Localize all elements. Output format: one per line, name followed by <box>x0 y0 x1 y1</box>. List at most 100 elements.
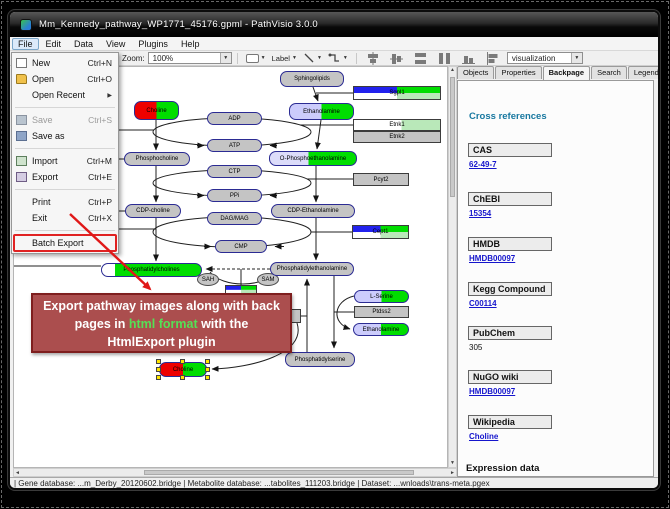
zoom-dropdown-icon[interactable]: ▼ <box>220 53 231 63</box>
pathway-node-sgpl1[interactable]: Sgpl1 <box>353 86 441 100</box>
distribute-rows-icon[interactable] <box>414 52 427 65</box>
menu-item-label: Print <box>32 197 51 207</box>
pathway-node-etnk1[interactable]: Etnk1 <box>353 119 441 131</box>
no-icon <box>16 90 27 100</box>
zoom-combobox[interactable]: 100% ▼ <box>148 52 232 64</box>
selection-handle[interactable] <box>205 367 210 372</box>
menu-item-label: Open <box>32 74 54 84</box>
menu-data[interactable]: Data <box>68 38 99 50</box>
selection-handle[interactable] <box>205 359 210 364</box>
xref-section-kegg-compound: Kegg CompoundC00114 <box>468 279 552 297</box>
xref-link[interactable]: 62-49-7 <box>469 160 497 169</box>
align-bottom-icon[interactable] <box>462 52 475 65</box>
tab-objects[interactable]: Objects <box>457 66 494 79</box>
selection-handle[interactable] <box>156 375 161 380</box>
pathway-node-ctp[interactable]: CTP <box>207 165 262 178</box>
pathway-node-l-serine[interactable]: L-Serine <box>354 290 409 303</box>
file-menu-item-save[interactable]: SaveCtrl+S <box>12 112 118 128</box>
menu-bar: FileEditDataViewPluginsHelp <box>10 37 658 51</box>
menu-view[interactable]: View <box>100 38 131 50</box>
pathway-node-sah[interactable]: SAH <box>197 273 219 286</box>
distribute-columns-icon[interactable] <box>438 52 451 65</box>
file-menu-item-print[interactable]: Print Ctrl+P <box>12 194 118 210</box>
selection-handle[interactable] <box>180 375 185 380</box>
tab-search[interactable]: Search <box>591 66 627 79</box>
xref-header: Wikipedia <box>468 415 552 429</box>
selection-handle[interactable] <box>156 359 161 364</box>
align-center-x-icon[interactable] <box>366 52 379 65</box>
pathway-node-etnk2[interactable]: Etnk2 <box>353 131 441 143</box>
xref-section-cas: CAS62-49-7 <box>468 140 552 158</box>
pathway-node-adp[interactable]: ADP <box>207 112 262 125</box>
file-menu-item-batch-export[interactable]: Batch Export <box>12 235 118 251</box>
scroll-down-icon[interactable]: ▼ <box>450 460 455 467</box>
menu-help[interactable]: Help <box>175 38 206 50</box>
selection-handle[interactable] <box>180 359 185 364</box>
pathway-node-phosphatidylcholines[interactable]: Phosphatidylcholines <box>101 263 202 277</box>
datanode-tool-button[interactable]: ▼ <box>245 52 267 65</box>
pathway-node-cdp-ethanolamine[interactable]: CDP-Ethanolamine <box>271 204 355 218</box>
file-menu-item-open-recent[interactable]: Open Recent▶ <box>12 87 118 103</box>
horizontal-scroll-thumb[interactable] <box>144 470 414 475</box>
pathway-node-pcyt2[interactable]: Pcyt2 <box>353 173 409 186</box>
visualization-dropdown-icon[interactable]: ▼ <box>571 53 582 63</box>
menu-item-shortcut: Ctrl+N <box>88 58 112 68</box>
file-menu-item-export[interactable]: ExportCtrl+E <box>12 169 118 185</box>
xref-link[interactable]: Choline <box>469 432 498 441</box>
menu-edit[interactable]: Edit <box>40 38 68 50</box>
connector-tool-button[interactable]: ▼ <box>327 52 349 65</box>
scroll-right-icon[interactable]: ► <box>450 470 455 477</box>
pathway-node-cdp-choline[interactable]: CDP-choline <box>125 204 181 218</box>
pathway-node-atp[interactable]: ATP <box>207 139 262 152</box>
xref-link[interactable]: HMDB00097 <box>469 387 515 396</box>
pathway-node-cept1[interactable]: Cept1 <box>352 225 409 239</box>
file-menu-item-save-as[interactable]: Save as <box>12 128 118 144</box>
no-icon <box>16 197 27 207</box>
pathway-node-sphingolipids[interactable]: Sphingolipids <box>280 71 344 87</box>
pathway-node-phosphocholine[interactable]: Phosphocholine <box>124 152 190 166</box>
pathway-node-dag-mag[interactable]: DAG/MAG <box>207 212 262 225</box>
xref-link[interactable]: 15354 <box>469 209 491 218</box>
align-left-icon[interactable] <box>486 52 499 65</box>
selection-handle[interactable] <box>205 375 210 380</box>
save-as-icon <box>16 131 27 141</box>
pathway-node-choline-top[interactable]: Choline <box>134 101 179 120</box>
pathway-node-cmp[interactable]: CMP <box>215 240 267 253</box>
title-bar[interactable]: Mm_Kennedy_pathway_WP1771_45176.gpml - P… <box>10 12 658 37</box>
xref-link[interactable]: HMDB00097 <box>469 254 515 263</box>
file-menu-item-import[interactable]: ImportCtrl+M <box>12 153 118 169</box>
open-folder-icon <box>16 74 27 84</box>
pathway-node-phosphatidylserine[interactable]: Phosphatidylserine <box>285 352 355 367</box>
menu-file[interactable]: File <box>12 38 39 50</box>
visualization-combobox[interactable]: visualization ▼ <box>507 52 583 64</box>
canvas-horizontal-scrollbar[interactable]: ◄ ► <box>13 468 457 477</box>
line-tool-button[interactable]: ▼ <box>302 52 323 65</box>
chevron-down-icon: ▼ <box>261 55 266 61</box>
backpage-panel: Cross references CAS62-49-7ChEBI15354HMD… <box>457 80 654 477</box>
menu-plugins[interactable]: Plugins <box>132 38 174 50</box>
file-menu-item-exit[interactable]: ExitCtrl+X <box>12 210 118 226</box>
pathway-node-ethanolamine-top[interactable]: Ethanolamine <box>289 103 354 120</box>
pathway-node-o-phosphoethanolamine[interactable]: O-Phosphoethanolamine <box>269 151 357 166</box>
tab-legend[interactable]: Legend <box>628 66 660 79</box>
menu-item-label: Batch Export <box>32 238 84 248</box>
file-menu-item-new[interactable]: NewCtrl+N <box>12 55 118 71</box>
pathway-node-phosphatidylethanolamine[interactable]: Phosphatidylethanolamine <box>270 262 354 276</box>
tab-properties[interactable]: Properties <box>495 66 541 79</box>
pathway-node-ptdss2[interactable]: Ptdss2 <box>354 306 409 318</box>
label-tool-button[interactable]: Label ▼ <box>271 52 298 65</box>
file-menu-item-open[interactable]: OpenCtrl+O <box>12 71 118 87</box>
menu-item-shortcut: Ctrl+P <box>88 197 112 207</box>
pathway-node-ethanolamine-bottom[interactable]: Ethanolamine <box>353 323 409 336</box>
scroll-up-icon[interactable]: ▲ <box>450 67 455 74</box>
canvas-vertical-scrollbar[interactable]: ▲ ▼ <box>448 66 457 468</box>
status-bar: | Gene database: ...m_Derby_20120602.bri… <box>10 477 658 488</box>
selection-handle[interactable] <box>156 367 161 372</box>
scroll-left-icon[interactable]: ◄ <box>15 470 20 477</box>
menu-item-shortcut: Ctrl+S <box>88 115 112 125</box>
vertical-scroll-thumb[interactable] <box>450 77 455 197</box>
tab-backpage[interactable]: Backpage <box>543 66 590 80</box>
align-center-y-icon[interactable] <box>390 52 403 65</box>
pathway-node-ppi[interactable]: PPi <box>207 189 262 202</box>
xref-link[interactable]: C00114 <box>469 299 497 308</box>
